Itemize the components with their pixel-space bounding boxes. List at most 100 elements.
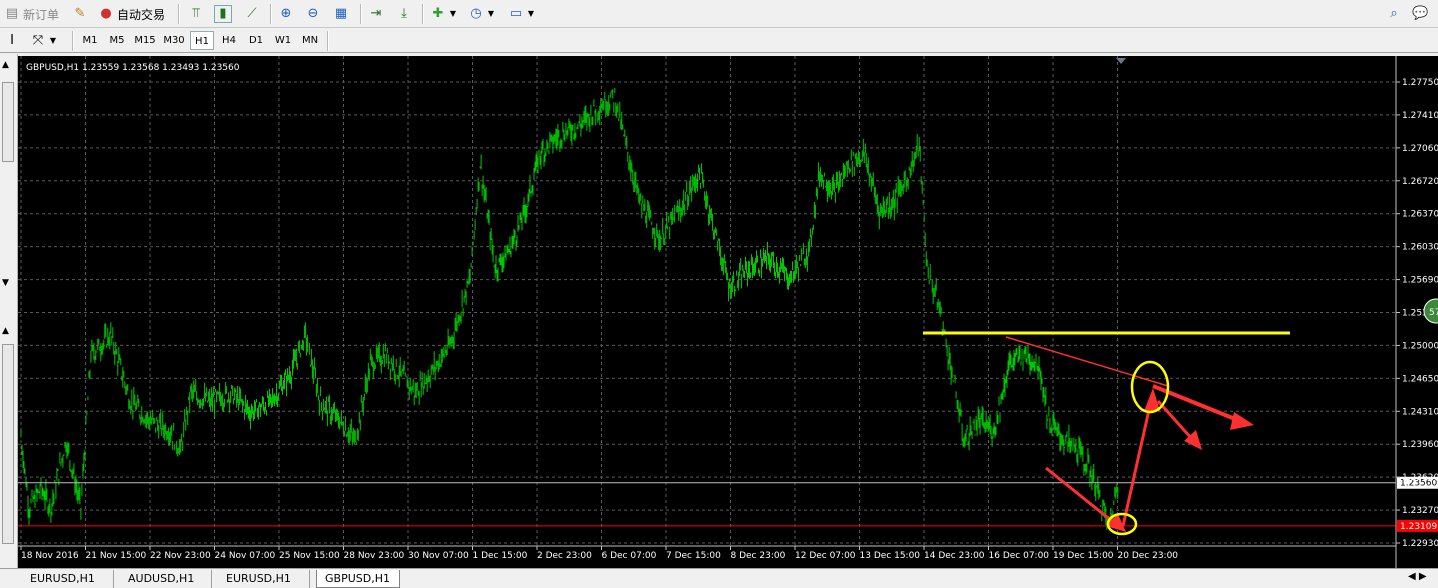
auto-trading-icon: ● (100, 6, 112, 21)
templates-button[interactable]: ▭ ▼ (508, 3, 535, 25)
auto-trading-button[interactable]: ● 自动交易 (98, 3, 165, 25)
chat-button[interactable]: 💬 (1412, 3, 1428, 25)
badge-label: 57 (1429, 308, 1438, 318)
price-label: 1.23270 (1402, 506, 1438, 516)
date-label: 24 Nov 07:00 (215, 551, 276, 561)
chart-tab[interactable]: AUDUSD,H1 (120, 570, 212, 588)
chart-tab[interactable]: EURUSD,H1 (218, 570, 310, 588)
zoom-in-icon: ⊕ (280, 6, 292, 21)
price-label: 1.27750 (1402, 78, 1438, 88)
price-label: 1.26030 (1402, 243, 1438, 253)
timeframe-h4[interactable]: H4 (217, 31, 241, 50)
search-icon: ⌕ (1390, 6, 1398, 21)
timeframe-d1[interactable]: D1 (244, 31, 268, 50)
price-label: 1.24650 (1402, 374, 1438, 384)
date-label: 30 Nov 07:00 (408, 551, 469, 561)
chevron-down-icon: ▼ (527, 9, 535, 18)
date-label: 25 Nov 15:00 (279, 551, 340, 561)
clock-icon: ◷ (470, 6, 482, 21)
periods-button[interactable]: ◷ ▼ (468, 3, 495, 25)
add-indicator-icon: ✚ (432, 6, 444, 21)
tile-windows-icon: ▦ (334, 6, 348, 21)
candlestick-icon: ▮ (214, 5, 232, 23)
tab-scroll-icon[interactable]: ◀ ▶ (1408, 571, 1427, 582)
arrow-shaft[interactable] (1121, 400, 1153, 527)
timeframe-m30[interactable]: M30 (161, 31, 187, 50)
red-price-label: 1.23109 (1400, 522, 1437, 532)
date-label: 20 Dec 23:00 (1118, 551, 1179, 561)
price-label: 1.23620 (1402, 473, 1438, 483)
bar-chart-button[interactable]: ⫪ (188, 3, 204, 25)
timeframe-m1[interactable]: M1 (78, 31, 102, 50)
date-label: 22 Nov 23:00 (150, 551, 211, 561)
auto-scroll-icon: ⇥ (370, 6, 382, 21)
toolbar-separator (178, 4, 180, 24)
timeframe-h1[interactable]: H1 (190, 31, 214, 50)
timeframe-toolbar: Ⅰ ⤧ ▼ M1 M5 M15 M30 H1 H4 D1 W1 MN (0, 28, 1438, 53)
toolbar-separator (422, 4, 424, 24)
indicators-button[interactable]: ✚ ▼ (430, 3, 457, 25)
tile-windows-button[interactable]: ▦ (333, 3, 349, 25)
price-label: 1.24310 (1402, 407, 1438, 417)
chart-shift-icon: ⤓ (401, 6, 407, 21)
scroll-handle[interactable] (2, 344, 14, 544)
crosshair-button[interactable]: Ⅰ (4, 30, 20, 52)
chart-tab[interactable]: GBPUSD,H1 (316, 570, 400, 588)
price-label: 1.26370 (1402, 210, 1438, 220)
zoom-out-icon: ⊖ (307, 6, 319, 21)
timeframe-w1[interactable]: W1 (271, 31, 295, 50)
candlestick-button[interactable]: ▮ (214, 3, 232, 25)
chart-shift-button[interactable]: ⤓ (396, 3, 412, 25)
bar-chart-icon: ⫪ (192, 6, 200, 21)
timeframe-m15[interactable]: M15 (132, 31, 158, 50)
date-label: 14 Dec 23:00 (924, 551, 985, 561)
toolbar-separator (327, 31, 329, 51)
line-tools-button[interactable]: ⤧ ▼ (30, 30, 57, 52)
pencil-icon: ✎ (74, 6, 86, 21)
chart-info: GBPUSD,H1 1.23559 1.23568 1.23493 1.2356… (26, 63, 240, 73)
arrow-shaft[interactable] (1152, 384, 1241, 423)
search-button[interactable]: ⌕ (1386, 3, 1402, 25)
chevron-down-icon: ▼ (487, 9, 495, 18)
date-label: 8 Dec 23:00 (731, 551, 786, 561)
date-label: 1 Dec 15:00 (473, 551, 528, 561)
new-order-label: 新订单 (23, 7, 60, 22)
new-order-icon: ▤ (5, 6, 19, 21)
scroll-up-icon[interactable]: ▲ (2, 326, 9, 336)
date-label: 7 Dec 15:00 (666, 551, 721, 561)
date-label: 28 Nov 23:00 (344, 551, 405, 561)
price-label: 1.25000 (1402, 341, 1438, 351)
price-chart[interactable]: 1.23560 1.23109 1.27750 1.27410 1.27060 1.26… (18, 56, 1438, 568)
price-label: 1.27410 (1402, 111, 1438, 121)
date-label: 18 Nov 2016 (21, 551, 79, 561)
timeframe-mn[interactable]: MN (298, 31, 322, 50)
timeframe-m5[interactable]: M5 (105, 31, 129, 50)
arrow-head-icon (1230, 412, 1254, 430)
price-label: 1.27060 (1402, 144, 1438, 154)
line-chart-button[interactable]: ⟋ (244, 3, 260, 25)
price-label: 1.22930 (1402, 539, 1438, 549)
price-label: 1.26720 (1402, 177, 1438, 187)
arrow-shaft[interactable] (1156, 399, 1194, 441)
market-watch-button[interactable]: ✎ (72, 3, 88, 25)
scroll-up-icon[interactable]: ▲ (2, 60, 9, 70)
new-order-button[interactable]: ▤ 新订单 (4, 3, 59, 25)
toolbar-separator (72, 31, 74, 51)
chevron-down-icon: ▼ (449, 9, 457, 18)
scroll-down-icon[interactable]: ▼ (2, 278, 9, 288)
main-toolbar: ▤ 新订单 ✎ ● 自动交易 ⫪ ▮ ⟋ ⊕ ⊖ ▦ ⇥ ⤓ ✚ ▼ ◷ ▼ ▭ ▼ … (0, 0, 1438, 28)
text-cursor-icon: Ⅰ (10, 33, 14, 48)
auto-scroll-button[interactable]: ⇥ (368, 3, 384, 25)
scroll-handle[interactable] (2, 82, 14, 162)
left-scroll-panel: ▲ ▼ ▲ (0, 54, 18, 568)
zoom-out-button[interactable]: ⊖ (305, 3, 321, 25)
price-label: 1.23960 (1402, 440, 1438, 450)
chart-tab[interactable]: EURUSD,H1 (22, 570, 114, 588)
template-icon: ▭ (509, 6, 523, 21)
arrow-head-icon (1144, 388, 1160, 411)
chart-canvas[interactable]: 1.235601.23109 1.277501.274101.270601.26… (18, 56, 1438, 568)
date-label: 2 Dec 23:00 (537, 551, 592, 561)
chevron-down-icon: ▼ (49, 36, 57, 45)
draw-tools-icon: ⤧ (32, 33, 44, 48)
zoom-in-button[interactable]: ⊕ (278, 3, 294, 25)
